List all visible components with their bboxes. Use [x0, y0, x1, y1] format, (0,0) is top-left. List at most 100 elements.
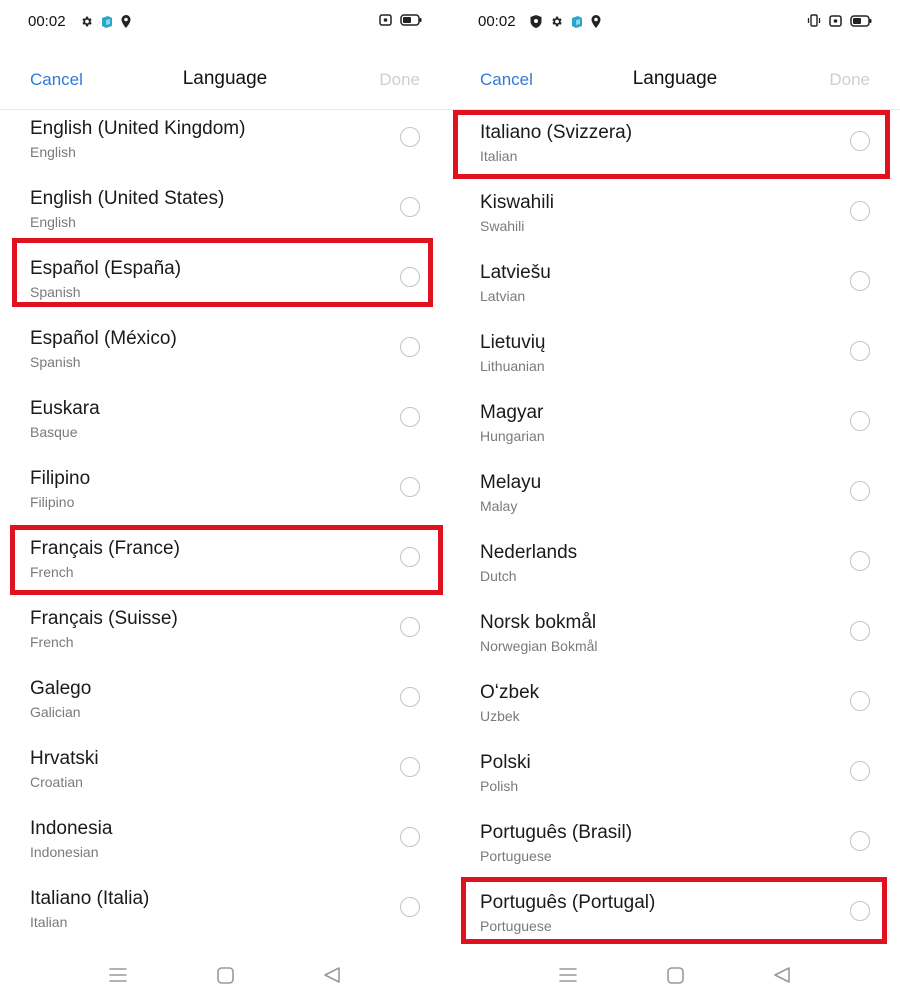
- radio-button[interactable]: [400, 337, 420, 357]
- home-icon[interactable]: [212, 962, 238, 988]
- language-subtitle: Portuguese: [480, 918, 552, 934]
- radio-button[interactable]: [400, 127, 420, 147]
- screen-record-icon: [379, 14, 392, 26]
- language-subtitle: English: [30, 144, 76, 160]
- vibrate-icon: [807, 14, 821, 27]
- language-name: Polski: [480, 752, 531, 773]
- status-bar: 00:02: [0, 0, 450, 44]
- radio-button[interactable]: [850, 901, 870, 921]
- radio-button[interactable]: [850, 621, 870, 641]
- radio-button[interactable]: [400, 197, 420, 217]
- radio-button[interactable]: [850, 341, 870, 361]
- language-name: Latviešu: [480, 262, 551, 283]
- radio-button[interactable]: [850, 131, 870, 151]
- home-icon[interactable]: [662, 962, 688, 988]
- language-row[interactable]: Hrvatski Croatian: [0, 740, 450, 810]
- language-name: Español (España): [30, 258, 182, 279]
- radio-button[interactable]: [400, 267, 420, 287]
- gear-icon: [82, 16, 92, 27]
- phone-screen-left: 00:02 Cancel Language Done English (Unit…: [0, 0, 450, 1000]
- language-row[interactable]: Kiswahili Swahili: [450, 184, 900, 254]
- language-row[interactable]: Português (Brasil) Portuguese: [450, 814, 900, 884]
- language-name: Français (France): [30, 538, 180, 559]
- language-row[interactable]: Italiano (Italia) Italian: [0, 880, 450, 950]
- language-name: Português (Brasil): [480, 822, 633, 843]
- language-subtitle: Italian: [480, 148, 518, 164]
- menu-icon[interactable]: [555, 962, 581, 988]
- language-row[interactable]: Galego Galician: [0, 670, 450, 740]
- radio-button[interactable]: [400, 617, 420, 637]
- done-button[interactable]: Done: [379, 70, 420, 90]
- language-subtitle: Galician: [30, 704, 81, 720]
- language-name: Magyar: [480, 402, 544, 423]
- language-row[interactable]: Filipino Filipino: [0, 460, 450, 530]
- radio-button[interactable]: [850, 551, 870, 571]
- radio-button[interactable]: [850, 271, 870, 291]
- language-row[interactable]: Melayu Malay: [450, 464, 900, 534]
- language-row[interactable]: English (United Kingdom) English: [0, 110, 450, 180]
- language-row[interactable]: Magyar Hungarian: [450, 394, 900, 464]
- language-subtitle: French: [30, 564, 74, 580]
- language-row[interactable]: Nederlands Dutch: [450, 534, 900, 604]
- language-name: Melayu: [480, 472, 542, 493]
- language-name: Hrvatski: [30, 748, 99, 769]
- back-icon[interactable]: [769, 962, 795, 988]
- title-bar: Cancel Language Done: [450, 56, 900, 110]
- radio-button[interactable]: [850, 411, 870, 431]
- language-row[interactable]: Português (Portugal) Portuguese: [450, 884, 900, 950]
- location-icon: [591, 15, 601, 28]
- language-row[interactable]: Euskara Basque: [0, 390, 450, 460]
- radio-button[interactable]: [400, 687, 420, 707]
- title-bar: Cancel Language Done: [0, 56, 450, 110]
- language-row[interactable]: Français (France) French: [0, 530, 450, 600]
- language-subtitle: Italian: [30, 914, 68, 930]
- language-name: Italiano (Italia): [30, 888, 150, 909]
- phone-screen-right: 00:02 Cancel Language Done Italiano (Svi…: [450, 0, 900, 1000]
- language-row[interactable]: Latviešu Latvian: [450, 254, 900, 324]
- shield-icon: [530, 15, 542, 28]
- radio-button[interactable]: [400, 547, 420, 567]
- radio-button[interactable]: [400, 477, 420, 497]
- menu-icon[interactable]: [105, 962, 131, 988]
- language-subtitle: Portuguese: [480, 848, 552, 864]
- language-row[interactable]: English (United States) English: [0, 180, 450, 250]
- language-subtitle: Hungarian: [480, 428, 545, 444]
- language-row[interactable]: Español (México) Spanish: [0, 320, 450, 390]
- status-time: 00:02: [478, 13, 516, 30]
- status-icons-left: [530, 15, 601, 28]
- language-row[interactable]: Oʻzbek Uzbek: [450, 674, 900, 744]
- language-row[interactable]: Italiano (Svizzera) Italian: [450, 114, 900, 184]
- location-icon: [121, 15, 131, 28]
- radio-button[interactable]: [400, 827, 420, 847]
- radio-button[interactable]: [400, 757, 420, 777]
- radio-button[interactable]: [850, 831, 870, 851]
- language-subtitle: Croatian: [30, 774, 83, 790]
- status-bar: 00:02: [450, 0, 900, 44]
- language-subtitle: Uzbek: [480, 708, 520, 724]
- language-row[interactable]: Español (España) Spanish: [0, 250, 450, 320]
- language-list: Italiano (Svizzera) Italian Kiswahili Swah…: [450, 110, 900, 950]
- language-list: English (United Kingdom) English English …: [0, 110, 450, 950]
- language-name: Galego: [30, 678, 92, 699]
- radio-button[interactable]: [850, 761, 870, 781]
- radio-button[interactable]: [850, 201, 870, 221]
- language-row[interactable]: Polski Polish: [450, 744, 900, 814]
- app-icon: [102, 16, 112, 28]
- language-row[interactable]: Lietuvių Lithuanian: [450, 324, 900, 394]
- language-row[interactable]: Français (Suisse) French: [0, 600, 450, 670]
- language-name: English (United States): [30, 188, 225, 209]
- language-name: Oʻzbek: [480, 682, 540, 703]
- back-icon[interactable]: [319, 962, 345, 988]
- language-subtitle: Spanish: [30, 354, 81, 370]
- radio-button[interactable]: [400, 407, 420, 427]
- radio-button[interactable]: [850, 481, 870, 501]
- language-row[interactable]: Norsk bokmål Norwegian Bokmål: [450, 604, 900, 674]
- language-subtitle: Filipino: [30, 494, 75, 510]
- radio-button[interactable]: [400, 897, 420, 917]
- app-icon: [572, 16, 582, 28]
- gear-icon: [552, 16, 562, 27]
- radio-button[interactable]: [850, 691, 870, 711]
- done-button[interactable]: Done: [829, 70, 870, 90]
- language-name: Nederlands: [480, 542, 578, 563]
- language-row[interactable]: Indonesia Indonesian: [0, 810, 450, 880]
